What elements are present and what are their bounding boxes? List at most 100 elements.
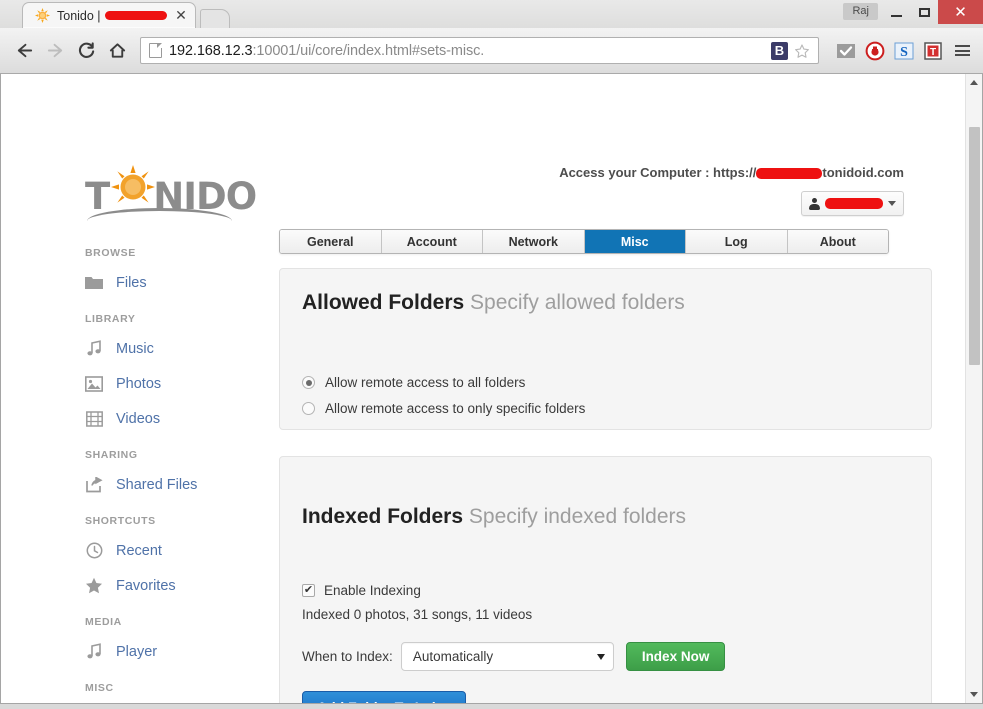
radio-icon[interactable] <box>302 402 315 415</box>
sidebar-item-files[interactable]: Files <box>85 265 269 300</box>
sidebar-item-music[interactable]: Music <box>85 331 269 366</box>
redaction-bar <box>756 168 823 180</box>
sidebar-item-label: Files <box>116 274 147 291</box>
extension-toolbar: S T <box>835 40 973 62</box>
sidebar-item-label: Shared Files <box>116 476 198 493</box>
enable-indexing-checkbox[interactable]: ✔ <box>302 584 315 597</box>
allowed-folders-title: Allowed Folders Specify allowed folders <box>302 291 685 314</box>
sun-icon <box>35 8 50 23</box>
maximize-button[interactable] <box>910 0 938 24</box>
address-bar[interactable]: 192.168.12.3:10001/ui/core/index.html#se… <box>140 37 819 64</box>
sidebar-item-label: Videos <box>116 410 161 427</box>
sidebar-group-label: SHARING <box>85 449 138 461</box>
minimize-button[interactable] <box>882 0 910 24</box>
tab-log[interactable]: Log <box>686 230 788 253</box>
tonido-logo: T NIDO <box>85 165 257 216</box>
svg-text:S: S <box>900 45 908 60</box>
sidebar-group-label: MEDIA <box>85 616 122 628</box>
tab-about[interactable]: About <box>787 230 888 253</box>
window-bottom-edge <box>0 703 983 709</box>
share-icon <box>85 476 103 494</box>
scroll-up-arrow[interactable] <box>966 74 983 91</box>
music-note-icon <box>85 643 103 661</box>
chevron-down-icon <box>596 653 605 660</box>
browser-tab[interactable]: Tonido | ✕ <box>22 2 196 28</box>
sidebar-item-recent[interactable]: Recent <box>85 533 269 568</box>
b-extension-icon[interactable]: B <box>771 41 788 60</box>
radio-option-specific-folders[interactable]: Allow remote access to only specific fol… <box>302 401 909 416</box>
scrollbar-track[interactable] <box>966 91 983 686</box>
browser-window: Tonido | ✕ Raj ✕ 192.168.12.3:10001/ui/c… <box>0 0 983 709</box>
sidebar-group-label: BROWSE <box>85 247 136 259</box>
home-button[interactable] <box>103 37 132 65</box>
close-window-button[interactable]: ✕ <box>938 0 983 24</box>
back-button[interactable] <box>10 37 39 65</box>
radio-label: Allow remote access to only specific fol… <box>325 401 586 416</box>
when-to-index-select[interactable]: Automatically <box>400 642 614 671</box>
index-now-button[interactable]: Index Now <box>625 642 726 671</box>
allowed-folders-subtitle: Specify allowed folders <box>470 291 685 314</box>
checkmark-extension-icon[interactable] <box>835 40 857 62</box>
sidebar-item-player[interactable]: Player <box>85 634 269 669</box>
radio-label: Allow remote access to all folders <box>325 375 526 390</box>
sidebar-item-label: Music <box>116 340 154 357</box>
tonido-app: T NIDO Access your Computer: https:// t… <box>1 74 982 703</box>
new-tab-button[interactable] <box>200 9 230 28</box>
title-bar: Tonido | ✕ Raj ✕ <box>0 0 983 28</box>
clock-icon <box>85 542 103 560</box>
adblock-extension-icon[interactable] <box>864 40 886 62</box>
forward-button[interactable] <box>41 37 70 65</box>
access-your-computer-text: Access your Computer : https://tonidoid.… <box>559 165 904 180</box>
radio-option-all-folders[interactable]: Allow remote access to all folders <box>302 375 909 390</box>
sidebar-item-synced-files[interactable]: Synced Files <box>85 700 269 703</box>
windows-user-chip[interactable]: Raj <box>843 3 878 20</box>
sidebar-group-label: LIBRARY <box>85 313 136 325</box>
sidebar: BROWSE Files LIBRARY Music Photos Videos… <box>1 234 269 703</box>
sun-logo-icon <box>111 165 155 203</box>
chevron-down-icon <box>888 201 896 206</box>
tab-account[interactable]: Account <box>381 230 483 253</box>
film-icon <box>85 410 103 428</box>
reload-button[interactable] <box>72 37 101 65</box>
enable-indexing-label: Enable Indexing <box>324 583 421 598</box>
sidebar-item-label: Photos <box>116 375 162 392</box>
sidebar-item-photos[interactable]: Photos <box>85 366 269 401</box>
close-icon: ✕ <box>954 2 967 21</box>
page-scrollbar[interactable] <box>965 74 982 703</box>
photo-icon <box>85 375 103 393</box>
sidebar-item-favorites[interactable]: Favorites <box>85 568 269 603</box>
tab-network[interactable]: Network <box>483 230 585 253</box>
scroll-down-arrow[interactable] <box>966 686 983 703</box>
browser-menu-icon[interactable] <box>951 40 973 62</box>
add-folder-to-index-button[interactable]: Add Folder To Index <box>302 691 467 703</box>
window-controls: ✕ <box>882 0 983 24</box>
scrollbar-thumb[interactable] <box>968 126 980 365</box>
sidebar-item-label: Recent <box>116 542 162 559</box>
sidebar-item-label: Favorites <box>116 577 176 594</box>
bookmark-star-icon[interactable] <box>791 40 812 61</box>
star-icon <box>85 577 103 595</box>
indexed-folders-panel: Indexed Folders Specify indexed folders … <box>279 456 932 703</box>
tab-misc[interactable]: Misc <box>584 230 686 253</box>
url-text: 192.168.12.3:10001/ui/core/index.html#se… <box>169 42 485 59</box>
when-to-index-row: When to Index: Automatically Index Now <box>302 642 909 671</box>
tab-general[interactable]: General <box>280 230 382 253</box>
svg-text:T: T <box>930 47 936 58</box>
s-extension-icon[interactable]: S <box>893 40 915 62</box>
radio-icon[interactable] <box>302 376 315 389</box>
browser-tab-title: Tonido | <box>57 9 173 23</box>
allowed-folders-panel: Allowed Folders Specify allowed folders … <box>279 268 932 430</box>
sidebar-item-videos[interactable]: Videos <box>85 401 269 436</box>
sidebar-item-shared-files[interactable]: Shared Files <box>85 467 269 502</box>
close-tab-icon[interactable]: ✕ <box>173 7 189 24</box>
sidebar-group-label: MISC <box>85 682 114 694</box>
folder-icon <box>85 274 103 292</box>
t-extension-icon[interactable]: T <box>922 40 944 62</box>
browser-toolbar: 192.168.12.3:10001/ui/core/index.html#se… <box>0 28 983 74</box>
sidebar-group-label: SHORTCUTS <box>85 515 156 527</box>
person-icon <box>809 197 820 210</box>
user-menu-button[interactable] <box>801 191 904 216</box>
indexed-folders-subtitle: Specify indexed folders <box>468 505 687 528</box>
omnibox-actions: B <box>771 40 814 61</box>
enable-indexing-row[interactable]: ✔ Enable Indexing <box>302 583 909 598</box>
